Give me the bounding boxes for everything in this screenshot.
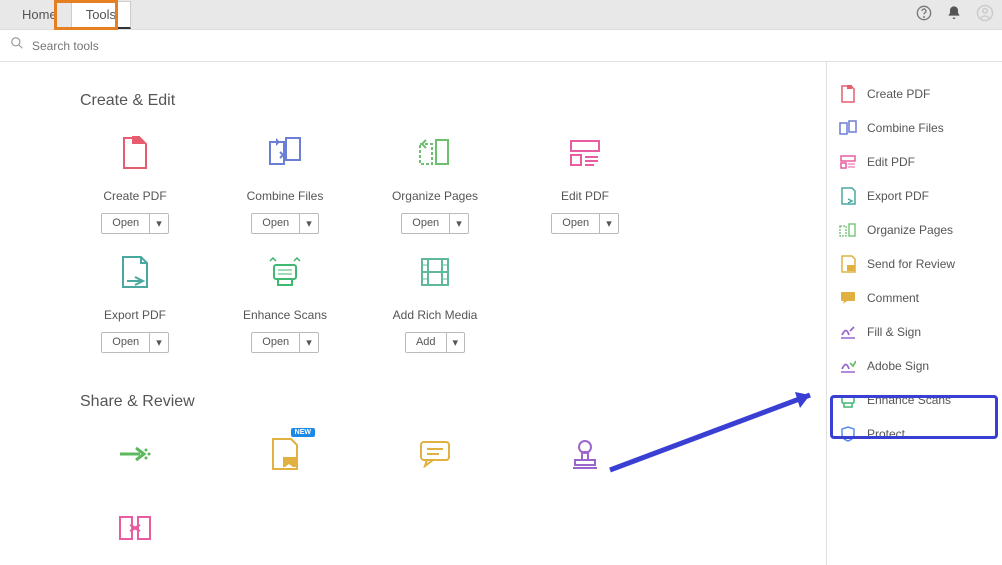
sidebar-item-send-review[interactable]: Send for Review <box>827 247 1002 281</box>
tool-enhance-scans[interactable]: Enhance Scans Open ▾ <box>230 254 340 353</box>
sidebar-item-create-pdf[interactable]: Create PDF <box>827 77 1002 111</box>
combine-files-icon <box>267 135 303 171</box>
sidebar-item-label: Export PDF <box>867 189 929 203</box>
organize-pages-icon <box>839 221 857 239</box>
open-split-button[interactable]: Open ▾ <box>251 332 318 353</box>
sidebar-item-label: Send for Review <box>867 257 955 271</box>
tool-comment[interactable] <box>380 436 490 490</box>
tool-organize-pages[interactable]: Organize Pages Open ▾ <box>380 135 490 234</box>
combine-files-icon <box>839 119 857 137</box>
new-badge: NEW <box>291 428 315 437</box>
tool-label: Create PDF <box>80 189 190 203</box>
tools-content: Create & Edit Create PDF Open ▾ Combine … <box>0 62 826 565</box>
tool-label: Export PDF <box>80 308 190 322</box>
help-icon[interactable] <box>916 5 932 25</box>
sidebar-item-adobe-sign[interactable]: Adobe Sign <box>827 349 1002 383</box>
sidebar-item-label: Combine Files <box>867 121 944 135</box>
bell-icon[interactable] <box>946 5 962 25</box>
share-arrow-icon <box>117 436 153 472</box>
sidebar-item-label: Edit PDF <box>867 155 915 169</box>
sidebar-item-label: Create PDF <box>867 87 930 101</box>
sidebar-item-label: Protect <box>867 427 905 441</box>
tool-create-pdf[interactable]: Create PDF Open ▾ <box>80 135 190 234</box>
export-pdf-icon <box>117 254 153 290</box>
send-review-icon: NEW <box>267 436 303 472</box>
sidebar-item-label: Comment <box>867 291 919 305</box>
compare-icon <box>117 510 153 546</box>
edit-pdf-icon <box>839 153 857 171</box>
add-split-button[interactable]: Add ▾ <box>405 332 465 353</box>
tool-label: Add Rich Media <box>380 308 490 322</box>
stamp-icon <box>567 436 603 472</box>
fill-sign-icon <box>839 323 857 341</box>
sidebar-collapse-toggle[interactable]: ▶ <box>826 342 827 372</box>
section-create-edit: Create & Edit <box>80 92 776 110</box>
top-tab-bar: Home Tools <box>0 0 1002 30</box>
search-input[interactable] <box>32 39 332 53</box>
tool-share-arrow[interactable] <box>80 436 190 490</box>
profile-icon[interactable] <box>976 4 994 26</box>
sidebar-item-edit-pdf[interactable]: Edit PDF <box>827 145 1002 179</box>
open-split-button[interactable]: Open ▾ <box>551 213 618 234</box>
tool-send-review[interactable]: NEW <box>230 436 340 490</box>
chevron-down-icon[interactable]: ▾ <box>300 214 318 233</box>
enhance-scans-icon <box>839 391 857 409</box>
chevron-down-icon[interactable]: ▾ <box>150 333 168 352</box>
tool-label: Organize Pages <box>380 189 490 203</box>
comment-icon <box>417 436 453 472</box>
open-split-button[interactable]: Open ▾ <box>401 213 468 234</box>
chevron-down-icon[interactable]: ▾ <box>150 214 168 233</box>
shield-icon <box>839 425 857 443</box>
create-pdf-icon <box>117 135 153 171</box>
tool-label: Edit PDF <box>530 189 640 203</box>
chevron-down-icon[interactable]: ▾ <box>447 333 465 352</box>
comment-icon <box>839 289 857 307</box>
tool-label: Enhance Scans <box>230 308 340 322</box>
organize-pages-icon <box>417 135 453 171</box>
adobe-sign-icon <box>839 357 857 375</box>
send-review-icon <box>839 255 857 273</box>
tab-home[interactable]: Home <box>8 2 71 27</box>
right-sidebar: ▶ Create PDF Combine Files Edit PDF Expo… <box>826 62 1002 565</box>
tool-export-pdf[interactable]: Export PDF Open ▾ <box>80 254 190 353</box>
open-split-button[interactable]: Open ▾ <box>101 332 168 353</box>
sidebar-item-combine-files[interactable]: Combine Files <box>827 111 1002 145</box>
open-split-button[interactable]: Open ▾ <box>251 213 318 234</box>
edit-pdf-icon <box>567 135 603 171</box>
section-share-review: Share & Review <box>80 393 776 411</box>
tab-tools[interactable]: Tools <box>71 1 131 29</box>
sidebar-item-fill-sign[interactable]: Fill & Sign <box>827 315 1002 349</box>
chevron-down-icon[interactable]: ▾ <box>450 214 468 233</box>
chevron-down-icon[interactable]: ▾ <box>600 214 618 233</box>
rich-media-icon <box>417 254 453 290</box>
sidebar-item-label: Adobe Sign <box>867 359 929 373</box>
sidebar-item-protect[interactable]: Protect <box>827 417 1002 451</box>
sidebar-item-label: Organize Pages <box>867 223 953 237</box>
sidebar-item-enhance-scans[interactable]: Enhance Scans <box>827 383 1002 417</box>
tool-edit-pdf[interactable]: Edit PDF Open ▾ <box>530 135 640 234</box>
export-pdf-icon <box>839 187 857 205</box>
tool-stamp[interactable] <box>530 436 640 490</box>
chevron-down-icon[interactable]: ▾ <box>300 333 318 352</box>
sidebar-item-comment[interactable]: Comment <box>827 281 1002 315</box>
sidebar-item-label: Enhance Scans <box>867 393 951 407</box>
tool-label: Combine Files <box>230 189 340 203</box>
search-icon <box>10 36 24 55</box>
open-split-button[interactable]: Open ▾ <box>101 213 168 234</box>
tool-add-rich-media[interactable]: Add Rich Media Add ▾ <box>380 254 490 353</box>
enhance-scans-icon <box>267 254 303 290</box>
tool-compare[interactable] <box>80 510 190 564</box>
sidebar-item-organize-pages[interactable]: Organize Pages <box>827 213 1002 247</box>
create-pdf-icon <box>839 85 857 103</box>
sidebar-item-label: Fill & Sign <box>867 325 921 339</box>
sidebar-item-export-pdf[interactable]: Export PDF <box>827 179 1002 213</box>
search-bar <box>0 30 1002 62</box>
tool-combine-files[interactable]: Combine Files Open ▾ <box>230 135 340 234</box>
